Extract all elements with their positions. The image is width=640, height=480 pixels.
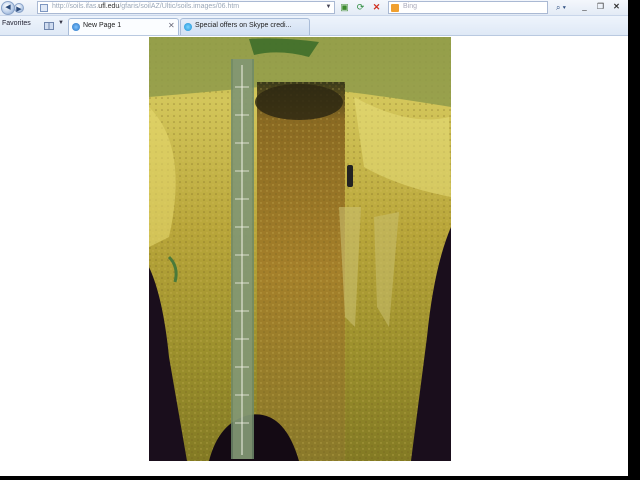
address-dropdown-icon[interactable]: ▼	[324, 3, 333, 12]
address-toolbar: ◀ ▶ http://soils.ifas.ufl.edu/gfaris/soi…	[0, 0, 628, 16]
compatibility-view-icon[interactable]: ▣	[338, 1, 351, 14]
stop-icon[interactable]: ✕	[370, 1, 383, 14]
search-icon: ⌕ ▾	[555, 3, 567, 12]
tab-new-page-1[interactable]: New Page 1	[68, 18, 179, 35]
bing-logo-icon	[391, 4, 399, 12]
search-placeholder: Bing	[403, 3, 418, 10]
minimize-button[interactable]: _	[578, 1, 591, 13]
ie-page-icon	[72, 23, 80, 31]
address-text[interactable]: http://soils.ifas.ufl.edu/gfaris/soilAZ/…	[52, 3, 239, 10]
quick-tabs-icon	[44, 22, 54, 30]
forward-button[interactable]: ▶	[14, 3, 24, 13]
tab-label: New Page 1	[83, 22, 122, 29]
quick-tabs-button[interactable]: ▼	[42, 20, 66, 32]
address-prefix: http://soils.ifas.	[52, 3, 99, 10]
soil-profile-image	[149, 37, 451, 461]
restore-button[interactable]: ❐	[594, 1, 607, 13]
skype-icon	[184, 23, 192, 31]
tab-label: Special offers on Skype credi...	[195, 22, 292, 29]
screen-edge-bottom	[0, 476, 628, 480]
favorites-label: Favorites	[2, 20, 31, 27]
address-domain: ufl.edu	[98, 3, 120, 10]
close-tab-icon[interactable]: ✕	[168, 21, 175, 30]
search-button[interactable]: ⌕ ▾	[550, 1, 572, 14]
search-input[interactable]: Bing	[388, 1, 548, 14]
chevron-down-icon[interactable]: ▼	[58, 20, 64, 26]
back-arrow-icon: ◀	[5, 4, 11, 11]
page-content	[0, 36, 628, 476]
screen-edge	[628, 0, 640, 480]
soil-profile-photo	[149, 37, 451, 461]
forward-arrow-icon: ▶	[16, 6, 22, 13]
page-icon	[40, 4, 48, 12]
address-bar[interactable]: http://soils.ifas.ufl.edu/gfaris/soilAZ/…	[37, 1, 335, 14]
tab-skype-offers[interactable]: Special offers on Skype credi...	[180, 18, 310, 35]
refresh-icon[interactable]: ⟳	[354, 1, 367, 14]
close-window-button[interactable]: ✕	[610, 1, 623, 13]
address-suffix: /gfaris/soilAZ/Ultic/soils.images/06.htm	[119, 3, 240, 10]
browser-chrome: ◀ ▶ http://soils.ifas.ufl.edu/gfaris/soi…	[0, 0, 628, 36]
back-button[interactable]: ◀	[1, 1, 15, 15]
favorites-button[interactable]: Favorites	[2, 20, 31, 27]
